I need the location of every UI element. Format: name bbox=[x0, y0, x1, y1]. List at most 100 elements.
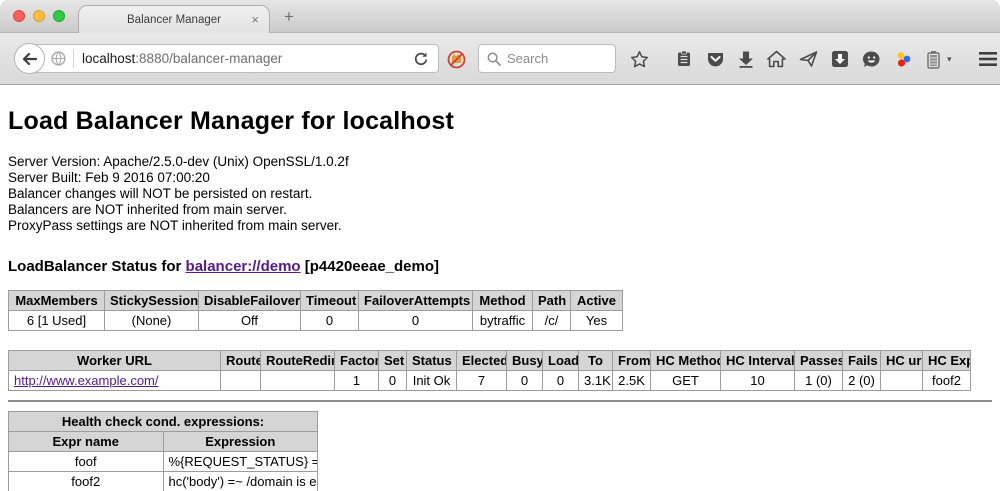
table-caption-row: Health check cond. expressions: bbox=[9, 412, 318, 432]
health-table-caption: Health check cond. expressions: bbox=[9, 412, 318, 432]
status-heading-suffix: [p4420eeae_demo] bbox=[305, 258, 439, 275]
expression-value: hc('body') =~ /domain is established/ bbox=[163, 472, 318, 491]
table-row: foof2 hc('body') =~ /domain is establish… bbox=[9, 472, 318, 491]
table-header-row: Worker URL Route RouteRedir Factor Set S… bbox=[9, 351, 971, 371]
col-status: Status bbox=[407, 351, 457, 371]
col-path: Path bbox=[533, 291, 571, 311]
dropdown-caret-icon[interactable]: ▾ bbox=[947, 54, 952, 65]
plugin-blocked-icon[interactable] bbox=[447, 50, 466, 69]
navigation-toolbar: localhost:8880/balancer-manager bbox=[0, 33, 1000, 85]
table-row: http://www.example.com/ 1 0 Init Ok 7 0 … bbox=[9, 371, 971, 391]
col-from: From bbox=[613, 351, 651, 371]
back-button[interactable] bbox=[14, 43, 45, 74]
fails-value: 2 (0) bbox=[843, 371, 881, 391]
col-route: Route bbox=[221, 351, 261, 371]
factor-value: 1 bbox=[335, 371, 379, 391]
col-routeredir: RouteRedir bbox=[261, 351, 335, 371]
route-value bbox=[221, 371, 261, 391]
toolbar-icons: ▾ bbox=[630, 33, 1000, 85]
section-divider bbox=[8, 400, 992, 402]
colored-dots-addon-icon[interactable] bbox=[894, 50, 913, 69]
globe-icon bbox=[51, 51, 66, 66]
server-built-line: Server Built: Feb 9 2016 07:00:20 bbox=[8, 170, 992, 186]
worker-table: Worker URL Route RouteRedir Factor Set S… bbox=[8, 350, 971, 391]
home-icon[interactable] bbox=[767, 50, 786, 68]
col-factor: Factor bbox=[335, 351, 379, 371]
bookmark-star-icon[interactable] bbox=[630, 50, 649, 69]
window-minimize-button[interactable] bbox=[33, 10, 45, 22]
col-passes: Passes bbox=[795, 351, 843, 371]
col-expr-name: Expr name bbox=[9, 432, 164, 452]
hamburger-menu-icon[interactable] bbox=[978, 51, 998, 67]
table-row: foof %{REQUEST_STATUS} =~ /^[234]/ bbox=[9, 452, 318, 472]
col-to: To bbox=[579, 351, 613, 371]
col-fails: Fails bbox=[843, 351, 881, 371]
path-value: /c/ bbox=[533, 311, 571, 331]
hc-expr-value: foof2 bbox=[923, 371, 971, 391]
col-hc-expr: HC Expr bbox=[923, 351, 971, 371]
status-value: Init Ok bbox=[407, 371, 457, 391]
proxypass-notice-line: ProxyPass settings are NOT inherited fro… bbox=[8, 218, 992, 234]
url-text: localhost:8880/balancer-manager bbox=[82, 51, 282, 66]
url-divider bbox=[73, 49, 74, 68]
page-content: Load Balancer Manager for localhost Serv… bbox=[0, 85, 1000, 491]
browser-tab[interactable]: Balancer Manager × bbox=[78, 5, 270, 34]
battery-status-icon[interactable] bbox=[926, 50, 941, 69]
load-value: 0 bbox=[543, 371, 579, 391]
col-stickysession: StickySession bbox=[105, 291, 199, 311]
addon-download-icon[interactable] bbox=[831, 50, 849, 68]
elected-value: 7 bbox=[457, 371, 507, 391]
server-info: Server Version: Apache/2.5.0-dev (Unix) … bbox=[8, 154, 992, 234]
col-maxmembers: MaxMembers bbox=[9, 291, 105, 311]
worker-url-cell: http://www.example.com/ bbox=[9, 371, 221, 391]
table-header-row: MaxMembers StickySession DisableFailover… bbox=[9, 291, 623, 311]
col-busy: Busy bbox=[507, 351, 543, 371]
send-tab-icon[interactable] bbox=[799, 50, 818, 68]
col-set: Set bbox=[379, 351, 407, 371]
server-version-line: Server Version: Apache/2.5.0-dev (Unix) … bbox=[8, 154, 992, 170]
new-tab-button[interactable]: + bbox=[284, 7, 294, 27]
url-bar[interactable]: localhost:8880/balancer-manager bbox=[29, 44, 439, 73]
col-hc-method: HC Method bbox=[651, 351, 721, 371]
inherit-notice-line: Balancers are NOT inherited from main se… bbox=[8, 202, 992, 218]
table-row: 6 [1 Used] (None) Off 0 0 bytraffic /c/ … bbox=[9, 311, 623, 331]
back-arrow-icon bbox=[22, 53, 37, 65]
hc-method-value: GET bbox=[651, 371, 721, 391]
reading-list-icon[interactable] bbox=[675, 50, 693, 68]
worker-url-link[interactable]: http://www.example.com/ bbox=[14, 373, 159, 388]
col-failoverattempts: FailoverAttempts bbox=[359, 291, 473, 311]
passes-value: 1 (0) bbox=[795, 371, 843, 391]
page-title: Load Balancer Manager for localhost bbox=[8, 107, 992, 136]
col-active: Active bbox=[571, 291, 623, 311]
pocket-icon[interactable] bbox=[706, 50, 725, 69]
col-hc-uri: HC uri bbox=[881, 351, 923, 371]
maxmembers-value: 6 [1 Used] bbox=[9, 311, 105, 331]
routeredir-value bbox=[261, 371, 335, 391]
search-input[interactable] bbox=[507, 51, 602, 66]
table-header-row: Expr name Expression bbox=[9, 432, 318, 452]
search-bar[interactable] bbox=[478, 44, 616, 73]
hc-uri-value bbox=[881, 371, 923, 391]
feedback-smiley-icon[interactable] bbox=[862, 50, 881, 69]
expr-name-value: foof bbox=[9, 452, 164, 472]
balancer-link[interactable]: balancer://demo bbox=[186, 258, 301, 275]
browser-window: Balancer Manager × + localhost:8880/bala… bbox=[0, 0, 1000, 491]
busy-value: 0 bbox=[507, 371, 543, 391]
tab-close-icon[interactable]: × bbox=[251, 11, 259, 28]
timeout-value: 0 bbox=[301, 311, 359, 331]
col-timeout: Timeout bbox=[301, 291, 359, 311]
active-value: Yes bbox=[571, 311, 623, 331]
window-titlebar: Balancer Manager × + bbox=[0, 0, 1000, 33]
col-expression: Expression bbox=[163, 432, 318, 452]
method-value: bytraffic bbox=[473, 311, 533, 331]
set-value: 0 bbox=[379, 371, 407, 391]
downloads-icon[interactable] bbox=[738, 50, 754, 68]
col-method: Method bbox=[473, 291, 533, 311]
col-elected: Elected bbox=[457, 351, 507, 371]
col-disablefailover: DisableFailover bbox=[199, 291, 301, 311]
expression-value: %{REQUEST_STATUS} =~ /^[234]/ bbox=[163, 452, 318, 472]
reload-icon[interactable] bbox=[413, 51, 429, 67]
window-close-button[interactable] bbox=[13, 10, 25, 22]
to-value: 3.1K bbox=[579, 371, 613, 391]
window-zoom-button[interactable] bbox=[53, 10, 65, 22]
